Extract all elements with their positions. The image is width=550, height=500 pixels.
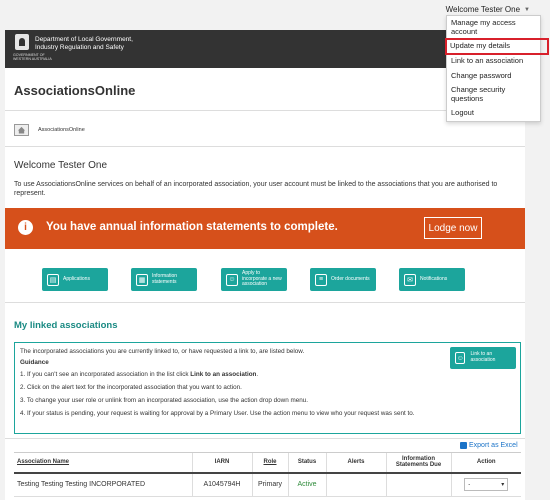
- divider: [5, 146, 525, 147]
- linked-associations-heading: My linked associations: [14, 320, 118, 331]
- col-status: Status: [287, 452, 326, 474]
- order-icon: ≡: [315, 273, 327, 286]
- col-iarn: IARN: [191, 452, 252, 474]
- col-info-statements-due: Information Statements Due: [385, 452, 451, 474]
- excel-icon: [460, 442, 467, 449]
- menu-item-change-password[interactable]: Change password: [447, 69, 540, 84]
- applications-tile[interactable]: ▤ Applications: [42, 268, 108, 291]
- caret-down-icon: ▾: [501, 482, 505, 489]
- welcome-heading: Welcome Tester One: [14, 160, 108, 171]
- people-icon: ☺: [455, 352, 466, 364]
- app-title: AssociationsOnline: [14, 83, 136, 98]
- divider: [5, 302, 525, 303]
- association-name-cell[interactable]: Testing Testing Testing INCORPORATED: [14, 472, 192, 497]
- lodge-now-button[interactable]: Lodge now: [424, 217, 482, 239]
- status-cell: Active: [287, 472, 326, 497]
- welcome-intro: To use AssociationsOnline services on be…: [14, 181, 498, 198]
- table-row: Testing Testing Testing INCORPORATED A10…: [14, 472, 521, 497]
- col-association-name[interactable]: Association Name: [14, 452, 192, 474]
- link-association-button[interactable]: ☺ Link to an association: [450, 347, 516, 369]
- associations-table: Association Name IARN Role Status Alerts…: [14, 452, 521, 497]
- menu-item-manage-access[interactable]: Manage my access account: [447, 16, 540, 39]
- document-icon: ▤: [47, 273, 59, 286]
- step1-link-text: Link to an association: [190, 371, 257, 378]
- department-name: Department of Local Government, Industry…: [35, 36, 133, 51]
- action-select[interactable]: - ▾: [464, 478, 509, 492]
- guidance-label: Guidance: [20, 359, 49, 366]
- guidance-step-4: 4. If your status is pending, your reque…: [20, 410, 415, 417]
- guidance-step-1: 1. If you can't see an incorporated asso…: [20, 371, 259, 378]
- divider: [5, 438, 525, 439]
- info-statements-due-cell: [385, 472, 451, 497]
- information-statements-tile[interactable]: ▦ Information statements: [131, 268, 197, 291]
- col-alerts: Alerts: [325, 452, 386, 474]
- table-header-row: Association Name IARN Role Status Alerts…: [14, 452, 521, 474]
- guidance-step-3: 3. To change your user role or unlink fr…: [20, 397, 308, 404]
- role-cell: Primary: [251, 472, 288, 497]
- info-icon: i: [18, 220, 33, 235]
- main-content: AssociationsOnline AssociationsOnline We…: [5, 68, 525, 500]
- government-text: GOVERNMENT OF WESTERN AUSTRALIA: [13, 53, 52, 61]
- alert-message: You have annual information statements t…: [46, 221, 338, 233]
- menu-item-update-details[interactable]: Update my details: [445, 38, 549, 55]
- menu-item-change-security-questions[interactable]: Change security questions: [447, 83, 540, 106]
- department-logo[interactable]: Department of Local Government, Industry…: [13, 34, 133, 61]
- user-menu-toggle[interactable]: Welcome Tester One ▼: [446, 5, 530, 14]
- home-icon[interactable]: [14, 124, 29, 136]
- guidance-step-2: 2. Click on the alert text for the incor…: [20, 384, 242, 391]
- col-action: Action: [450, 452, 521, 474]
- alert-banner: i You have annual information statements…: [5, 208, 525, 249]
- order-documents-tile[interactable]: ≡ Order documents: [310, 268, 376, 291]
- menu-item-logout[interactable]: Logout: [447, 106, 540, 121]
- alerts-cell: [325, 472, 386, 497]
- envelope-icon: ✉: [404, 273, 416, 286]
- export-excel-link[interactable]: Export as Excel: [460, 442, 518, 449]
- quick-links: ▤ Applications ▦ Information statements …: [5, 268, 525, 292]
- notifications-tile[interactable]: ✉ Notifications: [399, 268, 465, 291]
- calendar-icon: ▦: [136, 273, 148, 286]
- iarn-cell: A1045794H: [191, 472, 252, 497]
- apply-incorporate-tile[interactable]: ☺ Apply to incorporate a new association: [221, 268, 287, 291]
- caret-down-icon: ▼: [524, 6, 530, 13]
- guidance-panel: The incorporated associations you are cu…: [14, 342, 521, 434]
- col-role[interactable]: Role: [251, 452, 288, 474]
- people-icon: ☺: [226, 273, 238, 286]
- user-dropdown-menu: Manage my access account Update my detai…: [445, 15, 549, 122]
- user-menu-label: Welcome Tester One: [445, 5, 521, 14]
- breadcrumb: AssociationsOnline: [38, 127, 85, 133]
- menu-item-link-association[interactable]: Link to an association: [447, 54, 540, 69]
- crest-icon: [15, 34, 29, 50]
- guidance-intro: The incorporated associations you are cu…: [20, 348, 305, 355]
- action-cell: - ▾: [450, 472, 521, 497]
